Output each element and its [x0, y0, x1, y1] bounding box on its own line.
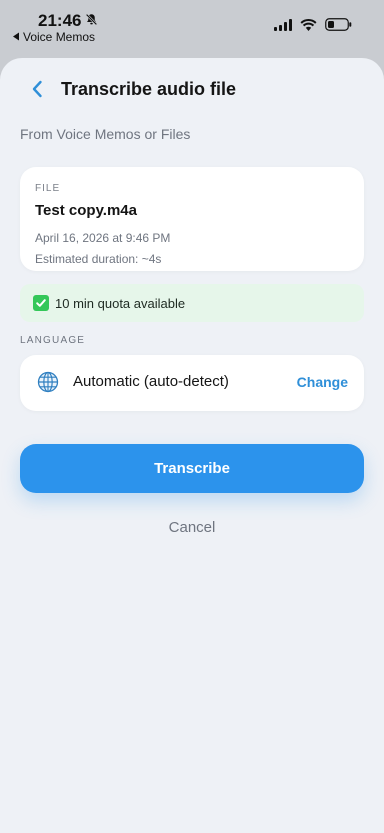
back-chevron-icon	[12, 30, 20, 44]
status-time: 21:46	[38, 11, 98, 31]
check-icon	[33, 295, 49, 311]
wifi-icon	[300, 18, 317, 36]
file-card: FILE Test copy.m4a April 16, 2026 at 9:4…	[20, 167, 364, 271]
bell-slash-icon	[85, 11, 98, 31]
quota-banner: 10 min quota available	[20, 284, 364, 322]
file-duration: Estimated duration: ~4s	[35, 252, 162, 266]
status-bar: 21:46 Voice Memos	[0, 0, 384, 56]
file-name: Test copy.m4a	[35, 202, 137, 219]
quota-text: 10 min quota available	[55, 295, 186, 311]
change-language-button[interactable]: Change	[297, 374, 348, 390]
back-button[interactable]	[26, 80, 48, 102]
chevron-left-icon	[31, 80, 43, 103]
language-section-label: LANGUAGE	[20, 335, 86, 346]
battery-icon	[325, 18, 352, 36]
status-indicators	[274, 18, 352, 36]
back-to-app-link[interactable]: Voice Memos	[12, 30, 95, 44]
file-date: April 16, 2026 at 9:46 PM	[35, 231, 171, 245]
back-app-label: Voice Memos	[23, 30, 96, 44]
file-section-label: FILE	[35, 183, 61, 194]
globe-icon	[37, 371, 59, 393]
language-card: Automatic (auto-detect) Change	[20, 355, 364, 411]
language-value: Automatic (auto-detect)	[73, 373, 229, 390]
status-time-text: 21:46	[38, 11, 82, 30]
signal-icon	[274, 18, 292, 36]
transcribe-sheet: Transcribe audio file From Voice Memos o…	[0, 58, 384, 833]
transcribe-button[interactable]: Transcribe	[20, 444, 364, 493]
page-subtitle: From Voice Memos or Files	[20, 126, 191, 142]
cancel-button[interactable]: Cancel	[0, 519, 384, 536]
page-title: Transcribe audio file	[61, 79, 237, 99]
